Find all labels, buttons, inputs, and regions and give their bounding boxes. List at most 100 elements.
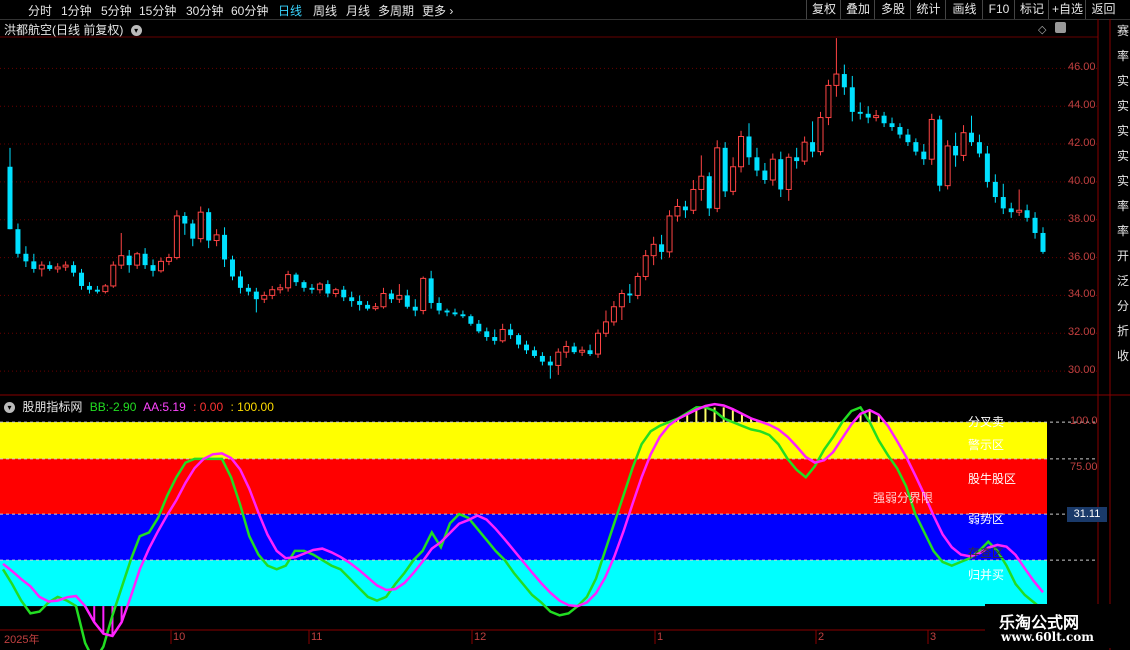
candle-body — [865, 113, 871, 118]
candle-body — [992, 181, 998, 198]
indicator-title: ▾ 股朋指标网 BB:-2.90 AA:5.19 : 0.00 : 100.00 — [4, 398, 278, 415]
period-tab-4[interactable]: 30分钟 — [186, 2, 223, 19]
candle-body — [301, 282, 307, 288]
toolbar-button-0[interactable]: 复权 — [806, 0, 841, 19]
candle-body — [642, 255, 649, 277]
chevron-down-icon[interactable]: ▾ — [130, 25, 142, 37]
candle-body — [245, 287, 251, 292]
candle-body — [706, 176, 712, 209]
zone-store-label: 存查区 — [968, 546, 1005, 560]
period-tab-1[interactable]: 1分钟 — [61, 2, 92, 19]
candle-body — [277, 287, 284, 291]
candle-body — [404, 295, 410, 307]
window-icon[interactable] — [1055, 22, 1066, 33]
x-axis-label: 12 — [474, 631, 487, 643]
x-axis-label: 2025年 — [4, 634, 40, 646]
toolbar-button-6[interactable]: 标记 — [1014, 0, 1049, 19]
candle-body — [261, 294, 268, 300]
candle-body — [71, 265, 77, 273]
period-tab-3[interactable]: 15分钟 — [139, 2, 176, 19]
candle-body — [253, 291, 259, 300]
chart-canvas — [0, 19, 1130, 650]
candle-body — [666, 215, 673, 253]
indicator-name: 股朋指标网 — [22, 400, 83, 414]
candle-body — [508, 329, 514, 336]
candle-body — [190, 223, 196, 239]
candle-body — [762, 170, 768, 180]
candle-body — [674, 205, 681, 217]
price-tick: 40.00 — [1068, 174, 1096, 187]
toolbar-button-4[interactable]: 画线 — [945, 0, 983, 19]
candle-body — [1040, 232, 1046, 252]
zone-band-cyan — [0, 560, 1047, 607]
candle-body — [316, 283, 323, 291]
period-tab-10[interactable]: 更多 › — [422, 2, 453, 19]
candle-body — [54, 266, 61, 270]
price-tick: 30.00 — [1068, 364, 1096, 377]
candle-body — [309, 287, 315, 290]
period-tab-8[interactable]: 月线 — [346, 2, 370, 19]
candle-body — [524, 344, 529, 351]
chevron-down-icon[interactable]: ▾ — [4, 402, 15, 414]
candle-body — [332, 289, 339, 295]
toolbar-button-3[interactable]: 统计 — [910, 0, 946, 19]
side-char: 率 — [1117, 224, 1130, 238]
period-tab-7[interactable]: 周线 — [313, 2, 337, 19]
candle-body — [484, 331, 490, 338]
indicator-v4: : 100.00 — [230, 400, 274, 414]
zone-bottom-label: 归并买 — [968, 568, 1005, 582]
candle-body — [460, 314, 466, 317]
candle-body — [738, 135, 745, 168]
candle-body — [881, 115, 887, 124]
candle-body — [849, 87, 855, 112]
period-tab-6[interactable]: 日线 — [278, 2, 302, 19]
candle-body — [237, 276, 243, 288]
price-tick: 46.00 — [1068, 61, 1096, 74]
indicator-v3: : 0.00 — [193, 400, 224, 414]
candle-body — [62, 264, 69, 268]
period-tab-2[interactable]: 5分钟 — [101, 2, 132, 19]
period-tab-5[interactable]: 60分钟 — [231, 2, 268, 19]
candle-body — [452, 312, 458, 315]
candle-body — [627, 293, 633, 296]
candle-body — [94, 289, 100, 292]
toolbar-button-5[interactable]: F10 — [982, 0, 1015, 19]
x-axis-label: 10 — [173, 631, 186, 643]
candle-body — [388, 293, 394, 300]
candle-body — [944, 145, 951, 187]
candle-body — [650, 243, 657, 257]
top-toolbar: 分时 1分钟 5分钟 15分钟 30分钟 60分钟 日线 周线 月线 多周期 更多 › 复权 叠加 多股… — [0, 0, 1130, 20]
toolbar-button-8[interactable]: 返回 — [1085, 0, 1121, 19]
candle-body — [173, 215, 180, 259]
toolbar-button-7[interactable]: +自选 — [1048, 0, 1086, 19]
candle-body — [365, 304, 371, 309]
candle-body — [833, 73, 840, 86]
x-axis-label: 1 — [657, 631, 664, 643]
candle-body — [126, 255, 132, 266]
period-tab-9[interactable]: 多周期 — [378, 2, 414, 19]
candle-body — [396, 294, 403, 300]
candle-body — [778, 159, 784, 190]
aa-value: 5.19 — [162, 400, 186, 414]
candle-body — [571, 346, 577, 353]
diamond-icon[interactable]: ◇ — [1038, 23, 1046, 36]
toolbar-button-1[interactable]: 叠加 — [840, 0, 875, 19]
candle-body — [134, 253, 141, 266]
toolbar-button-2[interactable]: 多股 — [874, 0, 911, 19]
candle-body — [1008, 208, 1014, 213]
side-char: 实 — [1117, 124, 1130, 138]
candle-body — [659, 244, 665, 252]
candle-body — [539, 355, 545, 362]
price-tick: 42.00 — [1068, 137, 1096, 150]
side-char: 实 — [1117, 99, 1130, 113]
candle-body — [873, 115, 880, 119]
period-tab-0[interactable]: 分时 — [28, 2, 52, 19]
candle-body — [921, 151, 927, 160]
x-axis-label: 11 — [311, 631, 323, 643]
candle-body — [7, 166, 13, 230]
candle-body — [468, 316, 474, 324]
candle-body — [206, 212, 212, 241]
candle-body — [86, 285, 92, 290]
candle-body — [579, 349, 586, 353]
price-tick: 34.00 — [1068, 288, 1096, 301]
